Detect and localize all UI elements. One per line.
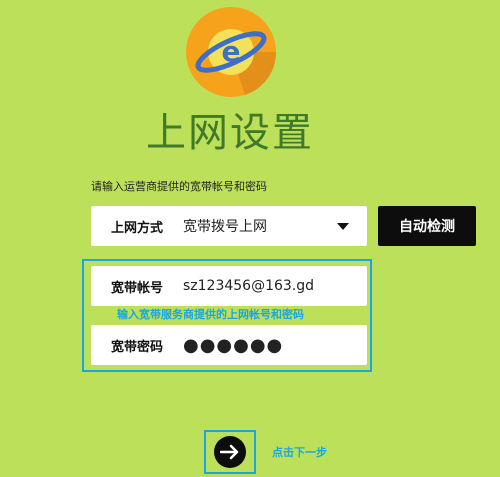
password-input[interactable]: ●●●●●● [183,335,283,356]
connection-type-select[interactable]: 上网方式 宽带拨号上网 [91,206,367,246]
next-step-label: 点击下一步 [272,446,327,459]
account-input[interactable]: sz123456@163.gd [183,278,314,294]
next-button-highlight [204,430,256,474]
auto-detect-button[interactable]: 自动检测 [378,206,476,246]
account-field[interactable]: 宽带帐号 sz123456@163.gd [91,266,367,306]
connection-type-label: 上网方式 [111,220,164,236]
arrow-right-icon [220,444,239,460]
account-label: 宽带帐号 [111,280,164,296]
connection-type-value: 宽带拨号上网 [183,219,267,235]
instruction-text: 请输入运营商提供的宽带帐号和密码 [91,180,267,193]
password-field[interactable]: 宽带密码 ●●●●●● [91,325,367,365]
svg-text:e: e [222,35,241,68]
page-title: 上网设置 [146,110,314,156]
internet-globe-logo: e [186,7,277,97]
password-label: 宽带密码 [111,339,164,355]
credentials-annotation: 输入宽带服务商提供的上网帐号和密码 [117,308,304,321]
next-button[interactable] [214,436,246,468]
dropdown-arrow-icon [337,222,349,230]
